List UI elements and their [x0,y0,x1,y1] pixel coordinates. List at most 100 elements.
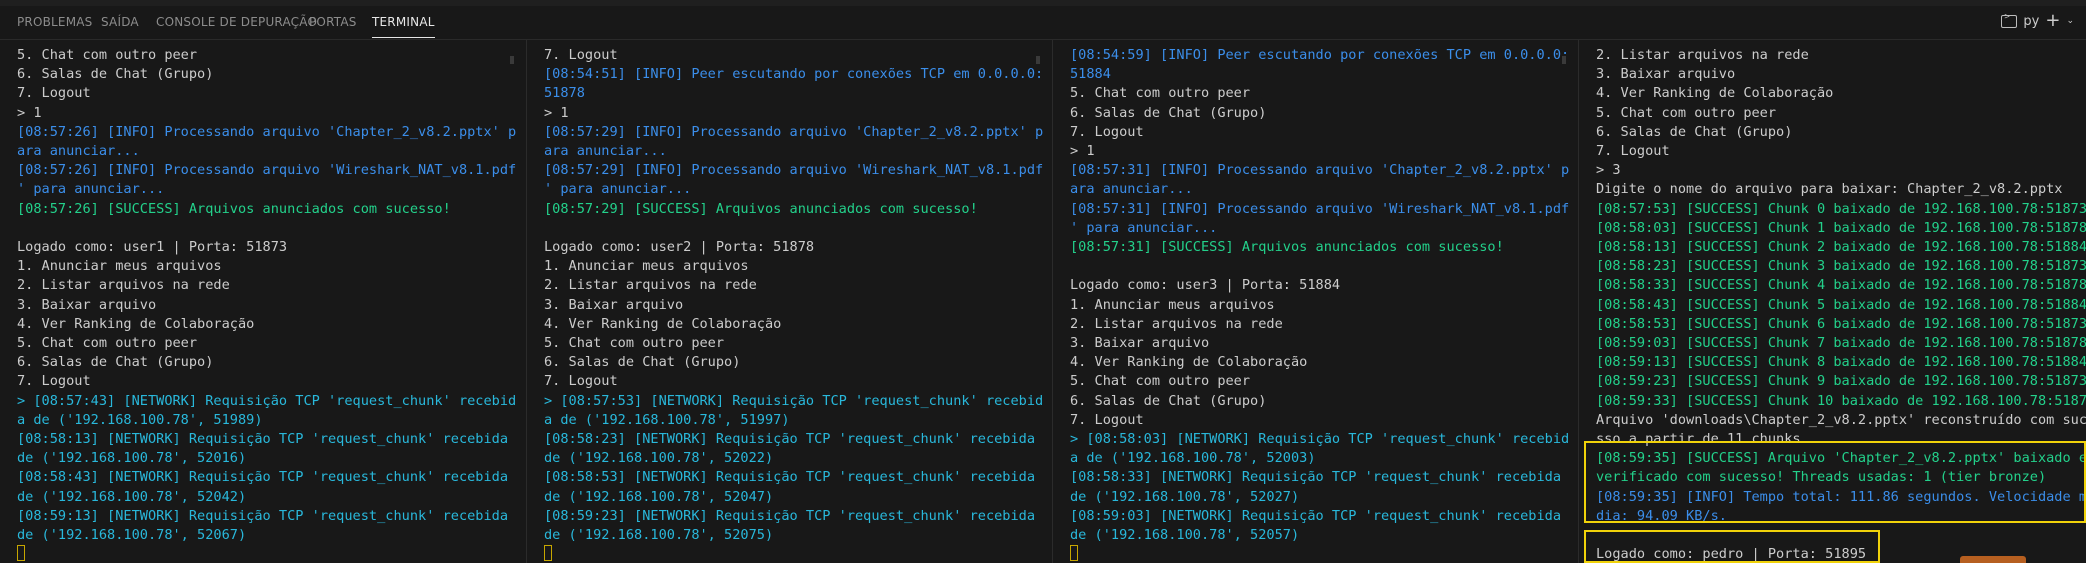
terminal-line: [08:58:03] [SUCCESS] Chunk 1 baixado de … [1596,219,2086,236]
terminal-line: [08:58:53] [NETWORK] Requisição TCP 'req… [544,469,1036,486]
terminal-line: ' para anunciar... [544,181,692,198]
tab-debug-console[interactable]: CONSOLE DE DEPURAÇÃO [156,15,317,29]
terminal-line: [08:57:29] [INFO] Processando arquivo 'W… [544,162,1044,179]
terminal-line: [08:59:03] [NETWORK] Requisição TCP 'req… [1070,507,1562,524]
terminal-profile-label[interactable]: py [2023,14,2039,29]
terminal-line: [08:59:33] [SUCCESS] Chunk 10 baixado de… [1596,392,2086,409]
terminal-line: 5. Chat com outro peer [1070,85,1251,102]
terminal-line: > [08:57:43] [NETWORK] Requisição TCP 'r… [17,392,517,409]
terminal-line: [08:58:13] [SUCCESS] Chunk 2 baixado de … [1596,239,2086,256]
highlight-box-login [1584,530,1880,563]
terminal-line: 4. Ver Ranking de Colaboração [544,315,782,332]
terminal-line: [08:57:31] [INFO] Processando arquivo 'W… [1070,200,1570,217]
terminal-line: 7. Logout [1596,143,1670,160]
terminal-line: > 1 [17,104,42,121]
terminal-line: [08:58:43] [SUCCESS] Chunk 5 baixado de … [1596,296,2086,313]
terminal-line: de ('192.168.100.78', 52022) [544,450,774,467]
terminal-line: a de ('192.168.100.78', 52003) [1070,450,1316,467]
terminal-icon[interactable] [2001,12,2018,28]
terminal-output: 5. Chat com outro peer 6. Salas de Chat … [0,40,526,563]
terminal-actions: py + ⌄ [2001,12,2074,30]
terminal-line: 1. Anunciar meus arquivos [17,258,222,275]
terminal-line: de ('192.168.100.78', 52075) [544,527,774,544]
terminal-line: > [08:58:03] [NETWORK] Requisição TCP 'r… [1070,431,1570,448]
terminal-cursor [544,545,552,562]
terminal-line: 7. Logout [544,47,618,63]
terminal-line: 2. Listar arquivos na rede [1596,47,1809,63]
terminal-line: 4. Ver Ranking de Colaboração [17,315,255,332]
terminal-line: 51884 [1070,66,1111,83]
terminal-line: 5. Chat com outro peer [17,335,198,352]
status-chip [1960,556,2026,563]
terminal-line: 6. Salas de Chat (Grupo) [1070,392,1267,409]
terminal-line: [08:58:33] [SUCCESS] Chunk 4 baixado de … [1596,277,2086,294]
terminal-line: > [08:57:53] [NETWORK] Requisição TCP 'r… [544,392,1044,409]
terminal-line: 2. Listar arquivos na rede [544,277,757,294]
terminal-line: de ('192.168.100.78', 52057) [1070,527,1300,544]
terminal-line: 4. Ver Ranking de Colaboração [1596,85,1834,102]
terminal-line: 3. Baixar arquivo [544,296,684,313]
terminal-line: 1. Anunciar meus arquivos [1070,296,1275,313]
terminal-line: Logado como: user1 | Porta: 51873 [17,239,288,256]
tab-ports[interactable]: PORTAS [309,15,357,29]
terminal-line: 7. Logout [1070,123,1144,140]
chevron-down-icon[interactable]: ⌄ [2066,16,2074,26]
scrollbar-thumb[interactable] [1562,56,1566,64]
terminal-line: Logado como: user2 | Porta: 51878 [544,239,815,256]
terminal-cursor [1070,545,1078,562]
terminal-line: 3. Baixar arquivo [1596,66,1736,83]
terminal-line: ara anunciar... [1070,181,1193,198]
terminal-line: 6. Salas de Chat (Grupo) [17,354,214,371]
terminal-line: [08:58:13] [NETWORK] Requisição TCP 'req… [17,431,509,448]
terminal-line: [08:58:43] [NETWORK] Requisição TCP 'req… [17,469,509,486]
terminal-line: > 1 [544,104,569,121]
scrollbar-thumb[interactable] [510,56,514,64]
terminal-line: [08:58:33] [NETWORK] Requisição TCP 'req… [1070,469,1562,486]
tab-terminal[interactable]: TERMINAL [372,15,435,38]
terminal-line: [08:59:03] [SUCCESS] Chunk 7 baixado de … [1596,335,2086,352]
terminal-line: [08:59:13] [NETWORK] Requisição TCP 'req… [17,507,509,524]
terminal-line: [08:54:59] [INFO] Peer escutando por con… [1070,47,1570,63]
terminal-line: [08:57:31] [INFO] Processando arquivo 'C… [1070,162,1570,179]
terminal-line: 7. Logout [17,85,91,102]
terminal-line: [08:57:29] [INFO] Processando arquivo 'C… [544,123,1044,140]
terminal-output: 7. Logout [08:54:51] [INFO] Peer escutan… [527,40,1052,563]
terminal-line: 6. Salas de Chat (Grupo) [1596,123,1793,140]
terminal-line: 5. Chat com outro peer [1596,104,1777,121]
terminal-line: [08:58:23] [NETWORK] Requisição TCP 'req… [544,431,1036,448]
highlight-box-result [1584,441,2086,523]
terminal-line: ara anunciar... [17,143,140,160]
terminal-line: [08:59:23] [SUCCESS] Chunk 9 baixado de … [1596,373,2086,390]
plus-icon[interactable]: + [2045,12,2060,30]
terminal-line: [08:57:31] [SUCCESS] Arquivos anunciados… [1070,239,1504,256]
terminal-line: 4. Ver Ranking de Colaboração [1070,354,1308,371]
terminal-line: de ('192.168.100.78', 52067) [17,527,247,544]
terminal-line: [08:57:53] [SUCCESS] Chunk 0 baixado de … [1596,200,2086,217]
terminal-line: 7. Logout [544,373,618,390]
terminal-line: [08:59:13] [SUCCESS] Chunk 8 baixado de … [1596,354,2086,371]
terminal-line: 6. Salas de Chat (Grupo) [17,66,214,83]
terminal-line: ara anunciar... [544,143,667,160]
terminal-pane-2[interactable]: 7. Logout [08:54:51] [INFO] Peer escutan… [527,40,1052,563]
terminal-line: 7. Logout [17,373,91,390]
terminal-line: 3. Baixar arquivo [1070,335,1210,352]
terminal-line: [08:57:26] [SUCCESS] Arquivos anunciados… [17,200,451,217]
tab-output[interactable]: SAÍDA [101,15,139,29]
terminal-line: 2. Listar arquivos na rede [17,277,230,294]
terminal-line: de ('192.168.100.78', 52016) [17,450,247,467]
scrollbar-thumb[interactable] [1036,56,1040,64]
terminal-pane-3[interactable]: [08:54:59] [INFO] Peer escutando por con… [1053,40,1578,563]
terminal-line: 5. Chat com outro peer [1070,373,1251,390]
terminal-line: ' para anunciar... [17,181,165,198]
tab-problems[interactable]: PROBLEMAS [17,15,93,29]
terminal-cursor [17,545,25,562]
terminal-line: 1. Anunciar meus arquivos [544,258,749,275]
terminal-line: [08:59:23] [NETWORK] Requisição TCP 'req… [544,507,1036,524]
terminal-line: de ('192.168.100.78', 52047) [544,488,774,505]
terminal-line: Logado como: user3 | Porta: 51884 [1070,277,1341,294]
terminal-line: [08:58:53] [SUCCESS] Chunk 6 baixado de … [1596,315,2086,332]
terminal-line: [08:57:26] [INFO] Processando arquivo 'W… [17,162,517,179]
terminal-line: 51878 [544,85,585,102]
terminal-pane-1[interactable]: 5. Chat com outro peer 6. Salas de Chat … [0,40,526,563]
terminal-line: a de ('192.168.100.78', 51997) [544,411,790,428]
